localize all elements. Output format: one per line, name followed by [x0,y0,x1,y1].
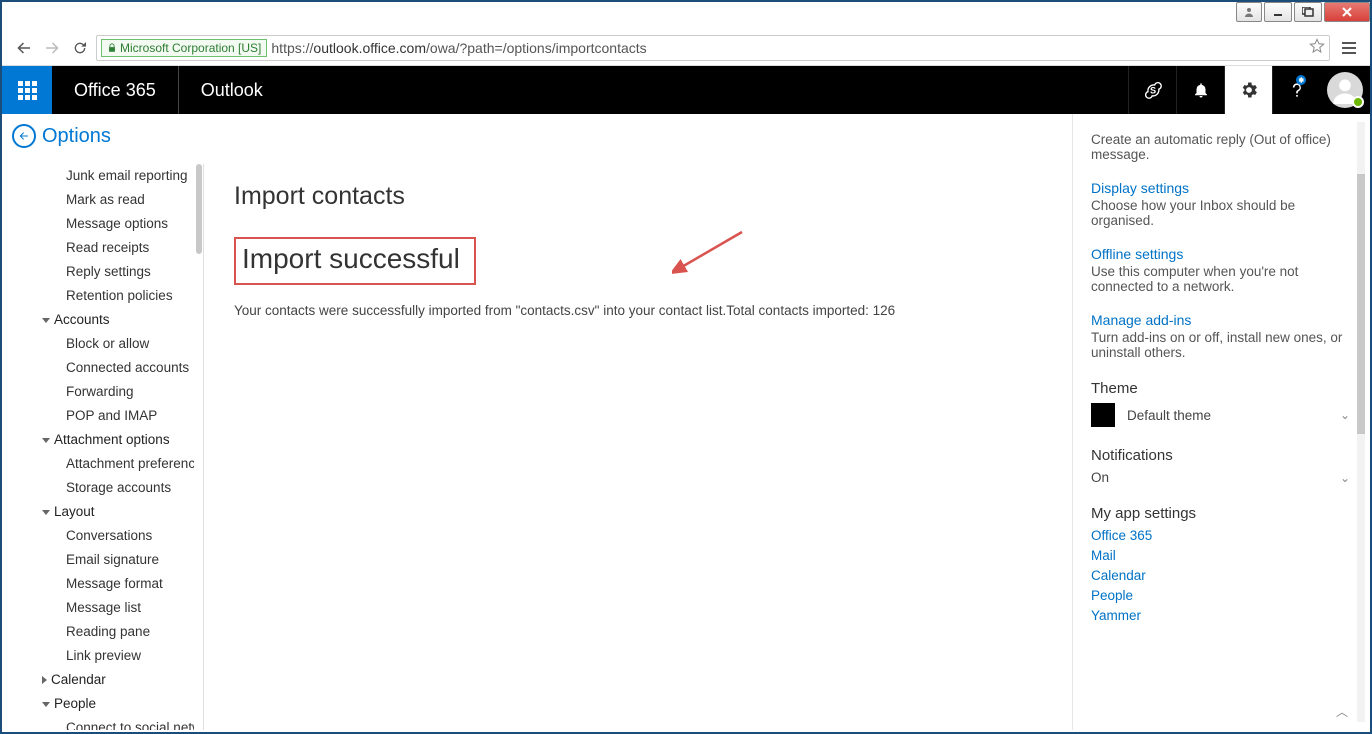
window-controls [1234,2,1370,24]
nav-item[interactable]: Forwarding [2,380,194,404]
url-path: /owa/?path=/options/importcontacts [426,40,647,56]
bookmark-star-icon[interactable] [1309,38,1325,57]
nav-item[interactable]: Connected accounts [2,356,194,380]
theme-swatch [1091,403,1115,427]
options-title: Options [42,125,111,148]
app-settings-link[interactable]: Yammer [1091,608,1350,623]
nav-item[interactable]: Attachment preference [2,452,194,476]
browser-menu-button[interactable] [1338,42,1360,54]
app-settings-link[interactable]: Calendar [1091,568,1350,583]
app-settings-link[interactable]: People [1091,588,1350,603]
main-content: Import contacts Import successful Your c… [222,164,1060,730]
nav-divider [203,164,204,730]
notifications-icon[interactable] [1176,66,1224,114]
window-close-button[interactable] [1324,2,1370,22]
nav-item[interactable]: Junk email reporting [2,164,194,188]
app-settings-link[interactable]: Office 365 [1091,528,1350,543]
import-result-text: Your contacts were successfully imported… [234,303,1048,318]
auto-reply-desc: Create an automatic reply (Out of office… [1091,132,1350,162]
app-settings-heading: My app settings [1091,505,1350,522]
nav-group[interactable]: Layout [2,500,194,524]
annotation-arrow [672,230,752,280]
nav-item[interactable]: Reading pane [2,620,194,644]
nav-item[interactable]: Storage accounts [2,476,194,500]
nav-item[interactable]: Email signature [2,548,194,572]
browser-address-bar[interactable]: Microsoft Corporation [US] https://outlo… [96,35,1330,61]
manage-addins-desc: Turn add-ins on or off, install new ones… [1091,330,1350,360]
nav-group[interactable]: Accounts [2,308,194,332]
waffle-icon [18,81,37,100]
browser-back-button[interactable] [12,36,36,60]
skype-icon[interactable]: S [1128,66,1176,114]
window-maximize-button[interactable] [1294,2,1322,22]
options-nav: ▴ Junk email reportingMark as readMessag… [2,164,204,730]
nav-item[interactable]: Message list [2,596,194,620]
nav-item[interactable]: POP and IMAP [2,404,194,428]
app-settings-link[interactable]: Mail [1091,548,1350,563]
nav-group[interactable]: Attachment options [2,428,194,452]
user-avatar[interactable] [1320,66,1370,114]
notifications-heading: Notifications [1091,447,1350,464]
nav-item[interactable]: Link preview [2,644,194,668]
settings-gear-icon[interactable] [1224,66,1272,114]
browser-reload-button[interactable] [68,36,92,60]
window-minimize-button[interactable] [1264,2,1292,22]
notifications-value: On [1091,470,1109,485]
svg-text:S: S [1149,85,1155,95]
nav-item[interactable]: Block or allow [2,332,194,356]
page-title: Import contacts [234,182,1048,211]
browser-toolbar: Microsoft Corporation [US] https://outlo… [2,30,1370,66]
display-settings-desc: Choose how your Inbox should be organise… [1091,198,1350,228]
browser-forward-button[interactable] [40,36,64,60]
nav-group[interactable]: Calendar [2,668,194,692]
ssl-cert-badge: Microsoft Corporation [US] [101,39,267,57]
nav-item[interactable]: Mark as read [2,188,194,212]
nav-item[interactable]: Connect to social networks [2,716,194,730]
nav-item[interactable]: Read receipts [2,236,194,260]
app-launcher-button[interactable] [2,66,52,114]
offline-settings-link[interactable]: Offline settings [1091,246,1350,262]
nav-item[interactable]: Reply settings [2,260,194,284]
theme-value: Default theme [1127,408,1211,423]
options-back-link[interactable]: Options [12,124,111,148]
panel-scrollbar-thumb[interactable] [1357,174,1365,434]
nav-item[interactable]: Conversations [2,524,194,548]
nav-item[interactable]: Message options [2,212,194,236]
manage-addins-link[interactable]: Manage add-ins [1091,312,1350,328]
settings-panel: Create an automatic reply (Out of office… [1072,114,1368,730]
import-result-highlight: Import successful [234,237,476,285]
back-arrow-icon [12,124,36,148]
panel-scroll-up-icon[interactable]: ︿ [1336,703,1348,720]
nav-item[interactable]: Retention policies [2,284,194,308]
help-icon[interactable] [1272,66,1320,114]
theme-heading: Theme [1091,380,1350,397]
chevron-down-icon: ⌄ [1340,471,1350,485]
window-user-button[interactable] [1236,2,1262,22]
offline-settings-desc: Use this computer when you're not connec… [1091,264,1350,294]
app-header: Office 365 Outlook S [2,66,1370,114]
ssl-cert-label: Microsoft Corporation [US] [120,41,261,55]
import-result-heading: Import successful [242,243,460,275]
brand-label[interactable]: Office 365 [52,66,178,114]
theme-selector[interactable]: Default theme ⌄ [1091,403,1350,427]
presence-indicator [1352,96,1364,108]
nav-scrollbar-thumb[interactable] [196,164,202,254]
chevron-down-icon: ⌄ [1340,408,1350,422]
notifications-selector[interactable]: On ⌄ [1091,470,1350,485]
url-scheme: https:// [271,40,313,56]
display-settings-link[interactable]: Display settings [1091,180,1350,196]
url-host: outlook.office.com [313,40,426,56]
nav-item[interactable]: Message format [2,572,194,596]
nav-group[interactable]: People [2,692,194,716]
help-badge-icon [1295,74,1307,86]
app-name-label[interactable]: Outlook [178,66,285,114]
